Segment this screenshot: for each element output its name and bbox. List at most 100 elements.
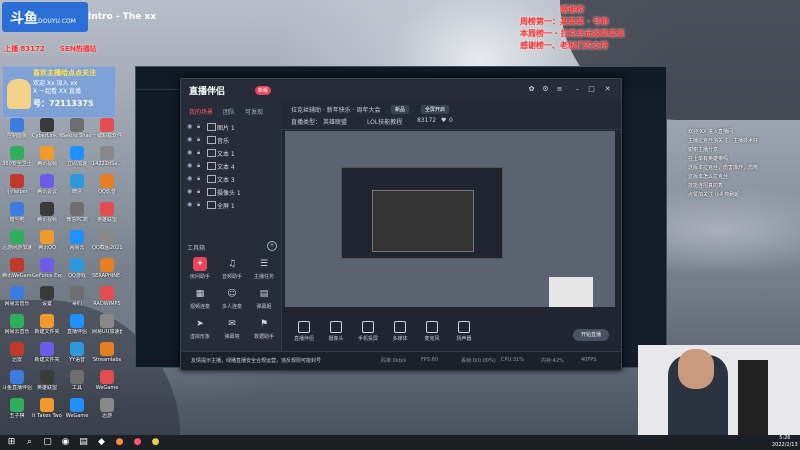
desktop-icon[interactable]: It Takes Two [32, 398, 62, 419]
desktop-icon[interactable]: 小Helper [2, 174, 32, 195]
desktop-icon[interactable]: WeGame [92, 370, 122, 391]
desktop-icon[interactable]: 腾讯视频 [32, 146, 62, 167]
desktop-icon[interactable]: 网易UU加速器 [92, 314, 122, 335]
tag-pill[interactable]: 新品 [391, 105, 410, 114]
scene-item[interactable]: ◉ 🔒︎ 音乐 [187, 134, 277, 146]
lock-icon[interactable]: 🔒︎ [197, 149, 200, 157]
start-live-button[interactable]: 开始直播 [573, 329, 609, 341]
desktop-icon[interactable]: 一键卸载软件 [92, 118, 122, 139]
desktop-icon[interactable]: 新建文件夹 [32, 314, 62, 335]
desktop-icon[interactable]: 立即加速 [62, 146, 92, 167]
lock-icon[interactable]: 🔒︎ [197, 123, 200, 131]
desktop-icon[interactable]: GeForce Experience [32, 258, 62, 279]
desktop-icon[interactable]: 网易云音乐 [2, 286, 32, 307]
desktop-icon[interactable]: 英雄联盟 [32, 370, 62, 391]
lock-icon[interactable]: 🔒︎ [197, 188, 200, 196]
search-icon[interactable]: ⌕ [24, 437, 35, 448]
eye-icon[interactable]: ◉ [187, 162, 192, 169]
desktop-icon[interactable]: YY语音 [62, 342, 92, 363]
desktop-icon[interactable]: Streamlabs [92, 342, 122, 363]
scene-item[interactable]: ◉ 🔒︎ 文本 1 [187, 147, 277, 159]
desktop-icon[interactable]: 哥们 [62, 286, 92, 307]
desktop-icon[interactable]: 腾讯QQ [32, 230, 62, 251]
minimize-icon[interactable]: – [573, 85, 582, 94]
desktop-icon[interactable]: 腾讯视频 [32, 202, 62, 223]
tool-button[interactable]: ▤ 弹幕姬 [249, 287, 279, 310]
stream-tags[interactable]: 拉克丝辅助 · 新年快乐 · 周年大会 [291, 105, 380, 114]
eye-icon[interactable]: ◉ [187, 175, 192, 182]
desktop-icon[interactable]: Sekiro Shadows [62, 118, 92, 139]
file-explorer-icon[interactable]: ▤ [78, 437, 89, 448]
eye-icon[interactable]: ◉ [187, 188, 192, 195]
lock-icon[interactable]: 🔒︎ [197, 201, 200, 209]
desktop-icon[interactable]: 英雄联盟 [92, 202, 122, 223]
scene-item[interactable]: ◉ 🔒︎ 文本 3 [187, 173, 277, 185]
tab-team[interactable]: 团队 [223, 107, 235, 116]
control-button[interactable]: 摄像头 [321, 321, 351, 342]
lock-icon[interactable]: 🔒︎ [197, 175, 200, 183]
tool-button[interactable]: ✉ 弹幕墙 [217, 317, 247, 340]
desktop-icon[interactable]: 直播伴侣 [62, 314, 92, 335]
desktop-icon[interactable]: 工具 [62, 370, 92, 391]
tab-my-scenes[interactable]: 我的场景 [189, 107, 213, 116]
control-button[interactable]: 直播伴侣 [289, 321, 319, 342]
desktop-icon[interactable]: 新建文件夹 [32, 342, 62, 363]
maximize-icon[interactable]: □ [587, 85, 596, 94]
browser-icon[interactable]: ◉ [60, 437, 71, 448]
desktop-icon[interactable]: 14222dSe... [92, 146, 122, 167]
gift-icon[interactable]: ✿ [527, 85, 536, 94]
desktop-icon[interactable]: QQ影音 [92, 174, 122, 195]
desktop-icon[interactable]: 腾讯WeGame [2, 258, 32, 279]
scene-item[interactable]: ◉ 🔒︎ 图片 1 [187, 121, 277, 133]
task-view-icon[interactable]: ▢ [42, 437, 53, 448]
tool-button[interactable]: ☺ 多人连麦 [217, 287, 247, 310]
desktop-icon[interactable]: 360安全卫士 [2, 146, 32, 167]
control-button[interactable]: 扬声器 [449, 321, 479, 342]
menu-icon[interactable]: ≡ [555, 85, 564, 94]
desktop-icon[interactable]: 五子棋 [2, 398, 32, 419]
desktop-icon[interactable]: QQ游戏 [62, 258, 92, 279]
live-companion-window[interactable]: 直播伴侣 新版 ✿ ⚙ ≡ – □ ✕ 我的场景 团队 可发现 ◉ 🔒︎ 图片 1 ◉… [180, 78, 622, 370]
desktop-icon[interactable]: 迅游网游加速器 [2, 230, 32, 251]
lol-taskbar-icon[interactable]: ● [150, 437, 161, 448]
desktop-icon[interactable]: 腾讯会议 [32, 174, 62, 195]
tool-button[interactable]: ⚑ 数据助手 [249, 317, 279, 340]
stream-preview[interactable] [285, 131, 615, 307]
eye-icon[interactable]: ◉ [187, 149, 192, 156]
live-companion-taskbar-icon[interactable]: ● [132, 437, 143, 448]
lock-icon[interactable]: 🔒︎ [197, 162, 200, 170]
desktop-icon[interactable]: 微信 [62, 174, 92, 195]
desktop-icon[interactable]: 网易云音乐 [2, 314, 32, 335]
eye-icon[interactable]: ◉ [187, 123, 192, 130]
desktop-icon[interactable]: 微信PC端 [62, 202, 92, 223]
scene-item[interactable]: ◉ 🔒︎ 摄像头 1 [187, 186, 277, 198]
tool-button[interactable]: ▦ 视频连麦 [185, 287, 215, 310]
system-clock[interactable]: 5:26 2022/2/13 [772, 435, 798, 449]
scene-item[interactable]: ◉ 🔒︎ 文本 4 [187, 160, 277, 172]
app-titlebar[interactable]: 直播伴侣 新版 ✿ ⚙ ≡ – □ ✕ [181, 79, 621, 101]
desktop-icon[interactable]: 迅雷 [2, 342, 32, 363]
scene-item[interactable]: ◉ 🔒︎ 全屏 1 [187, 199, 277, 211]
douyu-taskbar-icon[interactable]: ● [114, 437, 125, 448]
eye-icon[interactable]: ◉ [187, 201, 192, 208]
fullscreen-pill[interactable]: 全屏开启 [421, 105, 450, 114]
control-button[interactable]: 麦克风 [417, 321, 447, 342]
desktop-icon[interactable]: WeGame [62, 398, 92, 419]
desktop-icon[interactable]: CyberLink YouCam 7 [32, 118, 62, 139]
lock-icon[interactable]: 🔒︎ [197, 136, 200, 144]
tool-button[interactable]: ♫ 音频助手 [217, 257, 247, 280]
desktop-icon[interactable]: 设置 [32, 286, 62, 307]
category-value[interactable]: 英雄联盟 [323, 117, 347, 126]
eye-icon[interactable]: ◉ [187, 136, 192, 143]
settings-icon[interactable]: ⚙ [541, 85, 550, 94]
desktop-icon[interactable]: 网易云 [62, 230, 92, 251]
desktop-icon[interactable]: 迅游 [92, 398, 122, 419]
close-icon[interactable]: ✕ [603, 85, 612, 94]
windows-start-icon[interactable]: ⊞ [6, 437, 17, 448]
tab-discover[interactable]: 可发现 [245, 107, 263, 116]
desktop-icon[interactable]: 斗鱼直播伴侣 [2, 370, 32, 391]
app-icon[interactable]: ◆ [96, 437, 107, 448]
control-button[interactable]: 手机投屏 [353, 321, 383, 342]
desktop-icon[interactable]: 暗号吧 [2, 202, 32, 223]
desktop-icon[interactable]: QQ截图20210216 [92, 230, 122, 251]
